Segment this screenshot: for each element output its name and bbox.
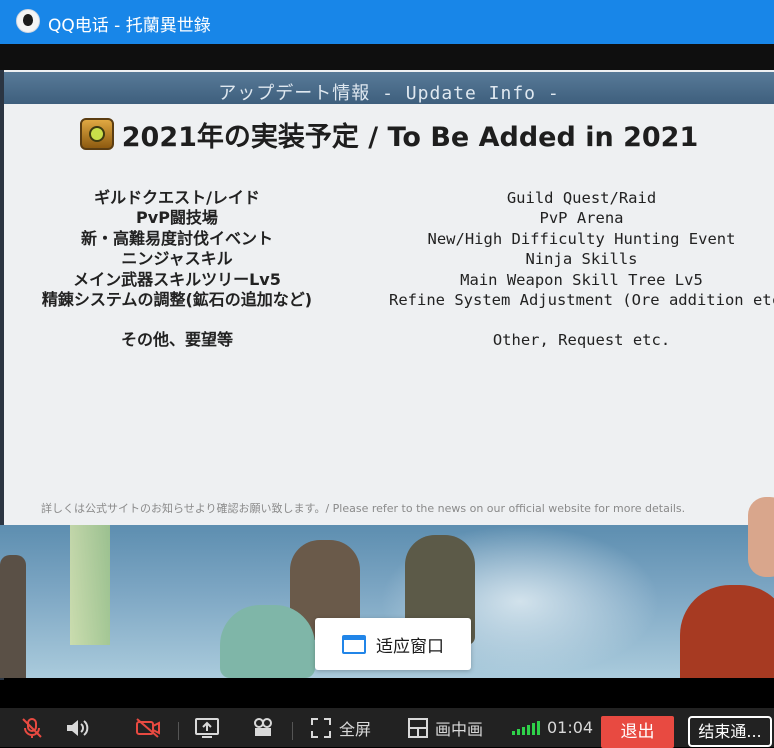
right-participant-image — [680, 585, 774, 678]
exit-button[interactable]: 退出 — [601, 716, 674, 748]
window-title: QQ电话 - 托蘭異世錄 — [48, 16, 211, 36]
feature-jp: ニンジャスキル — [121, 249, 233, 269]
shared-screen-slide: アップデート情報 - Update Info - 2021年の実装予定 / To… — [4, 70, 774, 525]
feature-jp: PvP闘技場 — [136, 208, 218, 228]
fullscreen-icon — [311, 717, 331, 738]
feature-jp: メイン武器スキルツリーLv5 — [73, 269, 281, 289]
qq-logo-icon — [16, 9, 40, 33]
slide-title: 2021年の実装予定 / To Be Added in 2021 — [121, 121, 699, 153]
fullscreen-button[interactable]: 全屏 — [310, 708, 371, 747]
tree-shape — [70, 525, 110, 645]
fit-window-button[interactable]: 适应窗口 — [315, 618, 471, 670]
mic-muted-icon — [22, 717, 42, 738]
share-screen-button[interactable] — [194, 708, 220, 747]
signal-strength-icon — [512, 720, 540, 735]
feature-en: New/High Difficulty Hunting Event — [427, 229, 736, 248]
camera-off-button[interactable] — [134, 708, 162, 747]
feature-en: Refine System Adjustment (Ore addition e… — [389, 290, 774, 309]
update-badge-icon — [79, 118, 114, 150]
end-call-button[interactable]: 结束通... — [688, 716, 772, 747]
feature-list-jp: ギルドクエスト/レイド PvP闘技場 新・高難易度討伐イベント ニンジャスキル … — [32, 188, 322, 351]
feature-jp: 精錬システムの調整(鉱石の追加など) — [41, 289, 313, 309]
fullscreen-label: 全屏 — [339, 719, 372, 739]
call-status: 01:04 — [512, 708, 593, 747]
slide-footnote: 詳しくは公式サイトのお知らせより確認お願い致します。/ Please refer… — [41, 502, 686, 515]
feature-en: Main Weapon Skill Tree Lv5 — [460, 270, 703, 289]
call-toolbar: 全屏 画中画 01:04 退出 结束通... — [0, 708, 774, 748]
screen-share-icon — [195, 717, 219, 738]
left-participant-image — [0, 555, 26, 678]
feature-jp: ギルドクエスト/レイド — [94, 188, 260, 207]
feature-en: Ninja Skills — [525, 250, 638, 269]
fit-window-label: 适应窗口 — [376, 636, 444, 657]
mute-mic-button[interactable] — [20, 708, 44, 747]
title-bar: QQ电话 - 托蘭異世錄 — [0, 0, 774, 44]
slide-header-text: アップデート情報 - Update Info - — [218, 83, 560, 104]
window-icon — [342, 634, 366, 654]
film-camera-icon — [254, 717, 272, 736]
game-creature-shape — [220, 605, 315, 678]
slide-header: アップデート情報 - Update Info - — [4, 72, 774, 104]
speaker-icon — [67, 719, 89, 736]
participant-face-image — [748, 497, 774, 577]
other-en: Other, Request etc. — [492, 331, 671, 350]
record-button[interactable] — [250, 708, 276, 747]
other-jp: その他、要望等 — [120, 330, 233, 350]
feature-jp: 新・高難易度討伐イベント — [80, 228, 273, 248]
picture-in-picture-button[interactable]: 画中画 — [408, 708, 483, 747]
camera-off-icon — [136, 717, 160, 738]
feature-en: PvP Arena — [539, 209, 624, 228]
slide-title-row: 2021年の実装予定 / To Be Added in 2021 — [4, 116, 774, 153]
pip-label: 画中画 — [435, 719, 484, 739]
feature-en: Guild Quest/Raid — [506, 189, 657, 207]
call-duration: 01:04 — [547, 718, 594, 737]
pip-icon — [408, 717, 428, 738]
feature-list-en: Guild Quest/Raid PvP Arena New/High Diff… — [389, 188, 774, 351]
speaker-button[interactable] — [64, 708, 90, 747]
